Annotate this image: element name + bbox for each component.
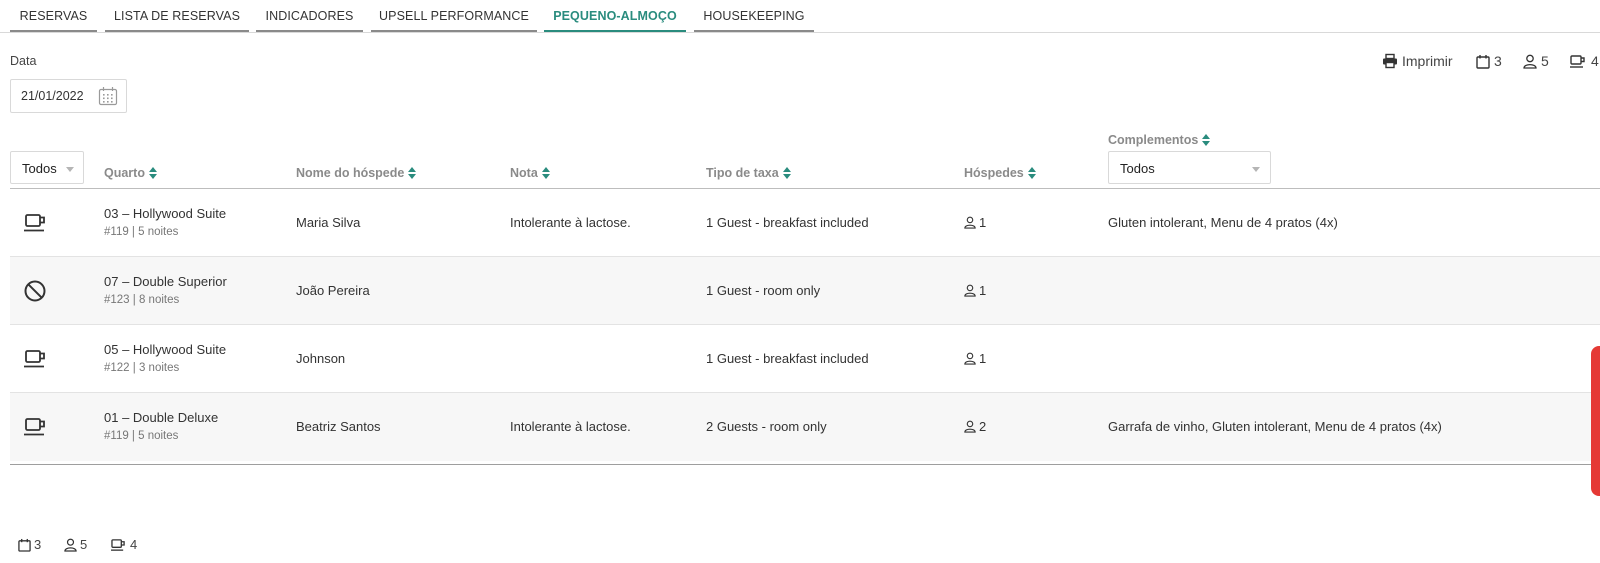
footer-reservations-count: 3 xyxy=(18,537,41,552)
sort-icon xyxy=(541,167,550,179)
guests-cell: 1 xyxy=(964,215,986,230)
print-label: Imprimir xyxy=(1402,53,1453,69)
column-header-guests-label: Hóspedes xyxy=(964,166,1024,180)
side-panel-handle[interactable] xyxy=(1591,346,1600,496)
complements-filter-select[interactable]: Todos xyxy=(1108,151,1271,184)
complements: Garrafa de vinho, Gluten intolerant, Men… xyxy=(1108,419,1442,434)
rate-type: 1 Guest - room only xyxy=(706,283,821,298)
coffee-cup-icon xyxy=(24,214,45,232)
rate-type: 2 Guests - room only xyxy=(706,419,827,434)
complements-filter-value: Todos xyxy=(1120,161,1155,176)
guests-count: 5 xyxy=(1523,51,1549,71)
rate-type: 1 Guest - breakfast included xyxy=(706,215,869,230)
no-breakfast-icon xyxy=(24,280,46,302)
guests-cell: 1 xyxy=(964,351,986,366)
print-button[interactable]: Imprimir xyxy=(1382,51,1453,71)
date-value: 21/01/2022 xyxy=(21,89,84,103)
guests-cell: 2 xyxy=(964,419,986,434)
breakfast-count: 4 xyxy=(1569,51,1599,71)
room-name: 03 – Hollywood Suite xyxy=(104,206,227,221)
table-row[interactable]: 07 – Double Superior #123 | 8 noites Joã… xyxy=(10,257,1600,325)
coffee-cup-icon xyxy=(1570,54,1585,68)
reservations-count-value: 3 xyxy=(1494,53,1502,69)
tab-upsell-performance[interactable]: UPSELL PERFORMANCE xyxy=(371,0,537,32)
sort-icon xyxy=(148,167,157,179)
table-row[interactable]: 03 – Hollywood Suite #119 | 5 noites Mar… xyxy=(10,189,1600,257)
column-header-room-label: Quarto xyxy=(104,166,145,180)
note: Intolerante à lactose. xyxy=(510,215,631,230)
coffee-cup-icon xyxy=(111,538,125,551)
tab-pequeno-almoco[interactable]: PEQUENO-ALMOÇO xyxy=(544,0,686,32)
footer-guests-value: 5 xyxy=(80,537,88,552)
date-label: Data xyxy=(10,54,37,68)
complements: Gluten intolerant, Menu de 4 pratos (4x) xyxy=(1108,215,1338,230)
status-filter-value: Todos xyxy=(22,161,57,176)
column-header-rate-type[interactable]: Tipo de taxa xyxy=(706,166,791,180)
guest-name: João Pereira xyxy=(296,283,370,298)
reservation-info: #123 | 8 noites xyxy=(104,294,180,306)
column-header-guest-name-label: Nome do hóspede xyxy=(296,166,405,180)
coffee-cup-icon xyxy=(24,350,45,368)
footer-breakfast-count: 4 xyxy=(110,537,137,552)
reservation-info: #119 | 5 noites xyxy=(104,226,179,238)
table-bottom-border xyxy=(10,464,1600,465)
coffee-cup-icon xyxy=(24,418,45,436)
reservations-count: 3 xyxy=(1476,51,1502,71)
sort-icon xyxy=(1202,134,1211,146)
rate-type: 1 Guest - breakfast included xyxy=(706,351,869,366)
guest-name: Johnson xyxy=(296,351,346,366)
footer-guests-count: 5 xyxy=(64,537,87,552)
room-name: 01 – Double Deluxe xyxy=(104,410,219,425)
tab-indicadores[interactable]: INDICADORES xyxy=(256,0,363,32)
room-name: 07 – Double Superior xyxy=(104,274,227,289)
table-row[interactable]: 01 – Double Deluxe #119 | 5 noites Beatr… xyxy=(10,393,1600,461)
column-header-room[interactable]: Quarto xyxy=(104,166,157,180)
reservation-info: #119 | 5 noites xyxy=(104,430,179,442)
sort-icon xyxy=(1027,167,1036,179)
guests-value: 1 xyxy=(979,215,987,230)
reservation-info: #122 | 3 noites xyxy=(104,362,180,374)
column-header-complements-label: Complementos xyxy=(1108,133,1199,147)
footer-reservations-value: 3 xyxy=(34,537,42,552)
tab-bar: RESERVAS LISTA DE RESERVAS INDICADORES U… xyxy=(0,0,1600,33)
table-row[interactable]: 05 – Hollywood Suite #122 | 3 noites Joh… xyxy=(10,325,1600,393)
column-header-rate-type-label: Tipo de taxa xyxy=(706,166,779,180)
column-header-note[interactable]: Nota xyxy=(510,166,550,180)
column-header-guest-name[interactable]: Nome do hóspede xyxy=(296,166,417,180)
column-header-guests[interactable]: Hóspedes xyxy=(964,166,1036,180)
calendar-icon xyxy=(1476,54,1490,69)
printer-icon xyxy=(1383,53,1397,69)
guest-name: Maria Silva xyxy=(296,215,361,230)
person-icon xyxy=(964,284,976,297)
guests-cell: 1 xyxy=(964,283,986,298)
sort-icon xyxy=(782,167,791,179)
column-header-complements[interactable]: Complementos xyxy=(1108,133,1211,147)
guest-name: Beatriz Santos xyxy=(296,419,381,434)
column-header-note-label: Nota xyxy=(510,166,538,180)
footer-breakfast-value: 4 xyxy=(130,537,138,552)
tab-lista-de-reservas[interactable]: LISTA DE RESERVAS xyxy=(105,0,249,32)
chevron-down-icon xyxy=(1252,167,1260,172)
person-icon xyxy=(964,352,976,365)
guests-value: 2 xyxy=(979,419,987,434)
calendar-icon xyxy=(18,538,31,552)
breakfast-table: 03 – Hollywood Suite #119 | 5 noites Mar… xyxy=(10,188,1600,461)
calendar-icon[interactable] xyxy=(98,86,118,106)
person-icon xyxy=(964,420,976,433)
breakfast-count-value: 4 xyxy=(1591,53,1599,69)
person-icon xyxy=(964,216,976,229)
guests-value: 1 xyxy=(979,351,987,366)
sort-icon xyxy=(408,167,417,179)
tab-reservas[interactable]: RESERVAS xyxy=(10,0,97,32)
guests-count-value: 5 xyxy=(1541,53,1549,69)
status-filter-select[interactable]: Todos xyxy=(10,151,84,184)
guests-value: 1 xyxy=(979,283,987,298)
note: Intolerante à lactose. xyxy=(510,419,631,434)
person-icon xyxy=(64,538,77,552)
room-name: 05 – Hollywood Suite xyxy=(104,342,227,357)
chevron-down-icon xyxy=(66,167,74,172)
date-field[interactable]: 21/01/2022 xyxy=(10,79,127,113)
person-icon xyxy=(1523,54,1537,69)
tab-housekeeping[interactable]: HOUSEKEEPING xyxy=(694,0,814,32)
